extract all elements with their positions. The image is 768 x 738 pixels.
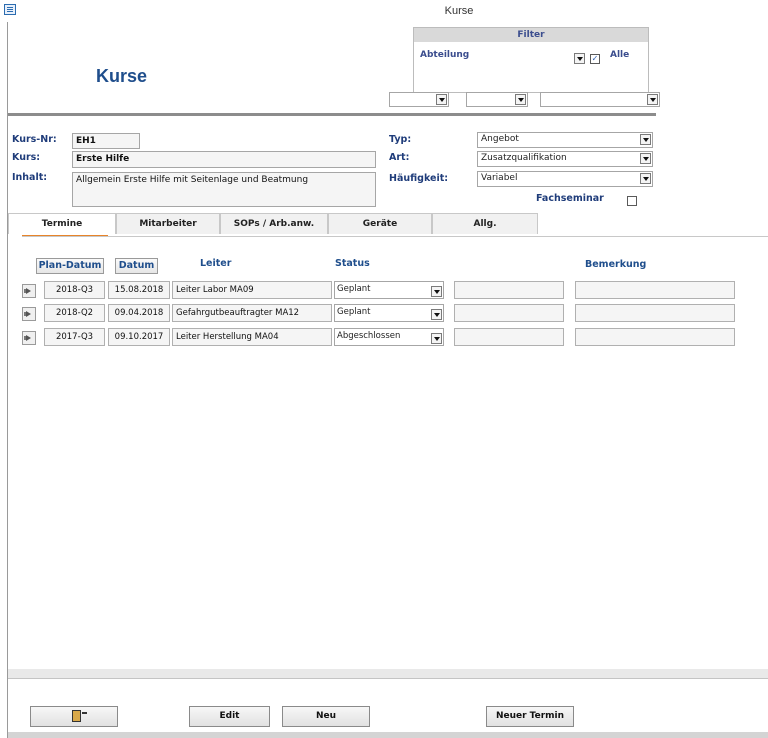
window-bottom-edge [8, 732, 768, 738]
status-value: Geplant [337, 307, 371, 317]
record-selector-icon[interactable] [22, 307, 36, 321]
abteilung-dropdown-button[interactable] [574, 53, 585, 64]
datum-sort-button[interactable]: Datum [115, 258, 158, 274]
table-cell-leiter[interactable]: Leiter Labor MA09 [172, 281, 332, 299]
table-cell-datum[interactable]: 15.08.2018 [108, 281, 170, 299]
table-cell-bemerkung[interactable] [575, 304, 735, 322]
alle-checkbox[interactable]: ✓ [590, 54, 600, 64]
art-value: Zusatzqualifikation [481, 153, 567, 163]
header-divider [8, 113, 656, 116]
table-cell-plan[interactable]: 2017-Q3 [44, 328, 105, 346]
status-combo[interactable]: Geplant [334, 304, 444, 322]
typ-label: Typ: [389, 134, 412, 145]
bemerkung-header: Bemerkung [585, 259, 647, 270]
table-cell-plan[interactable]: 2018-Q2 [44, 304, 105, 322]
art-label: Art: [389, 152, 410, 163]
haeufigkeit-value: Variabel [481, 173, 518, 183]
chevron-down-icon[interactable] [436, 94, 447, 105]
kurs-field[interactable]: Erste Hilfe [72, 151, 376, 168]
filter-combo-3[interactable] [540, 92, 660, 107]
table-cell-datum[interactable]: 09.04.2018 [108, 304, 170, 322]
table-cell-leiter[interactable]: Leiter Herstellung MA04 [172, 328, 332, 346]
inhalt-field[interactable]: Allgemein Erste Hilfe mit Seitenlage und… [72, 172, 376, 207]
table-cell-leiter[interactable]: Gefahrgutbeauftragter MA12 [172, 304, 332, 322]
chevron-down-icon[interactable] [640, 153, 651, 164]
chevron-down-icon[interactable] [640, 134, 651, 145]
chevron-down-icon[interactable] [431, 333, 442, 344]
haeufigkeit-label: Häufigkeit: [389, 173, 449, 184]
termine-panel [22, 236, 768, 669]
table-cell-extra[interactable] [454, 281, 564, 299]
chevron-down-icon[interactable] [647, 94, 658, 105]
neu-button[interactable]: Neu [282, 706, 370, 727]
plan-datum-sort-button[interactable]: Plan-Datum [36, 258, 104, 274]
page-title: Kurse [96, 66, 148, 86]
exit-button[interactable] [30, 706, 118, 727]
table-cell-bemerkung[interactable] [575, 328, 735, 346]
table-cell-datum[interactable]: 09.10.2017 [108, 328, 170, 346]
footer-divider [8, 678, 768, 679]
fachseminar-checkbox[interactable] [627, 196, 637, 206]
kursnr-label: Kurs-Nr: [12, 134, 57, 145]
neuer-termin-button[interactable]: Neuer Termin [486, 706, 574, 727]
chevron-down-icon[interactable] [515, 94, 526, 105]
filter-title: Filter [414, 28, 648, 42]
panel-bottom-bar [8, 669, 768, 678]
typ-combo[interactable]: Angebot [477, 132, 653, 148]
tab-mitarbeiter[interactable]: Mitarbeiter [116, 213, 220, 234]
window-titlebar: Kurse [0, 0, 768, 22]
kursnr-field[interactable]: EH1 [72, 133, 140, 149]
edit-button[interactable]: Edit [189, 706, 270, 727]
abteilung-label: Abteilung [420, 50, 470, 60]
window-title: Kurse [444, 5, 474, 17]
fachseminar-label: Fachseminar [536, 193, 604, 204]
status-combo[interactable]: Geplant [334, 281, 444, 299]
tab-termine[interactable]: Termine [8, 213, 116, 234]
status-header: Status [335, 258, 370, 269]
chevron-down-icon[interactable] [431, 286, 442, 297]
kurs-label: Kurs: [12, 152, 41, 163]
tab-sops[interactable]: SOPs / Arb.anw. [220, 213, 328, 234]
record-selector-icon[interactable] [22, 331, 36, 345]
table-cell-plan[interactable]: 2018-Q3 [44, 281, 105, 299]
art-combo[interactable]: Zusatzqualifikation [477, 151, 653, 167]
filter-combo-1[interactable] [389, 92, 449, 107]
status-value: Abgeschlossen [337, 331, 401, 341]
exit-door-icon [72, 710, 87, 722]
filter-combo-2[interactable] [466, 92, 528, 107]
alle-label: Alle [610, 50, 630, 60]
table-cell-bemerkung[interactable] [575, 281, 735, 299]
table-cell-extra[interactable] [454, 304, 564, 322]
status-value: Geplant [337, 284, 371, 294]
typ-value: Angebot [481, 134, 519, 144]
tab-geraete[interactable]: Geräte [328, 213, 432, 234]
chevron-down-icon[interactable] [640, 173, 651, 184]
tab-allg[interactable]: Allg. [432, 213, 538, 234]
inhalt-label: Inhalt: [12, 172, 48, 183]
record-selector-icon[interactable] [22, 284, 36, 298]
filter-panel: Filter Abteilung ✓ Alle [413, 27, 649, 93]
status-combo[interactable]: Abgeschlossen [334, 328, 444, 346]
leiter-header: Leiter [200, 258, 232, 269]
haeufigkeit-combo[interactable]: Variabel [477, 171, 653, 187]
chevron-down-icon[interactable] [431, 309, 442, 320]
table-cell-extra[interactable] [454, 328, 564, 346]
